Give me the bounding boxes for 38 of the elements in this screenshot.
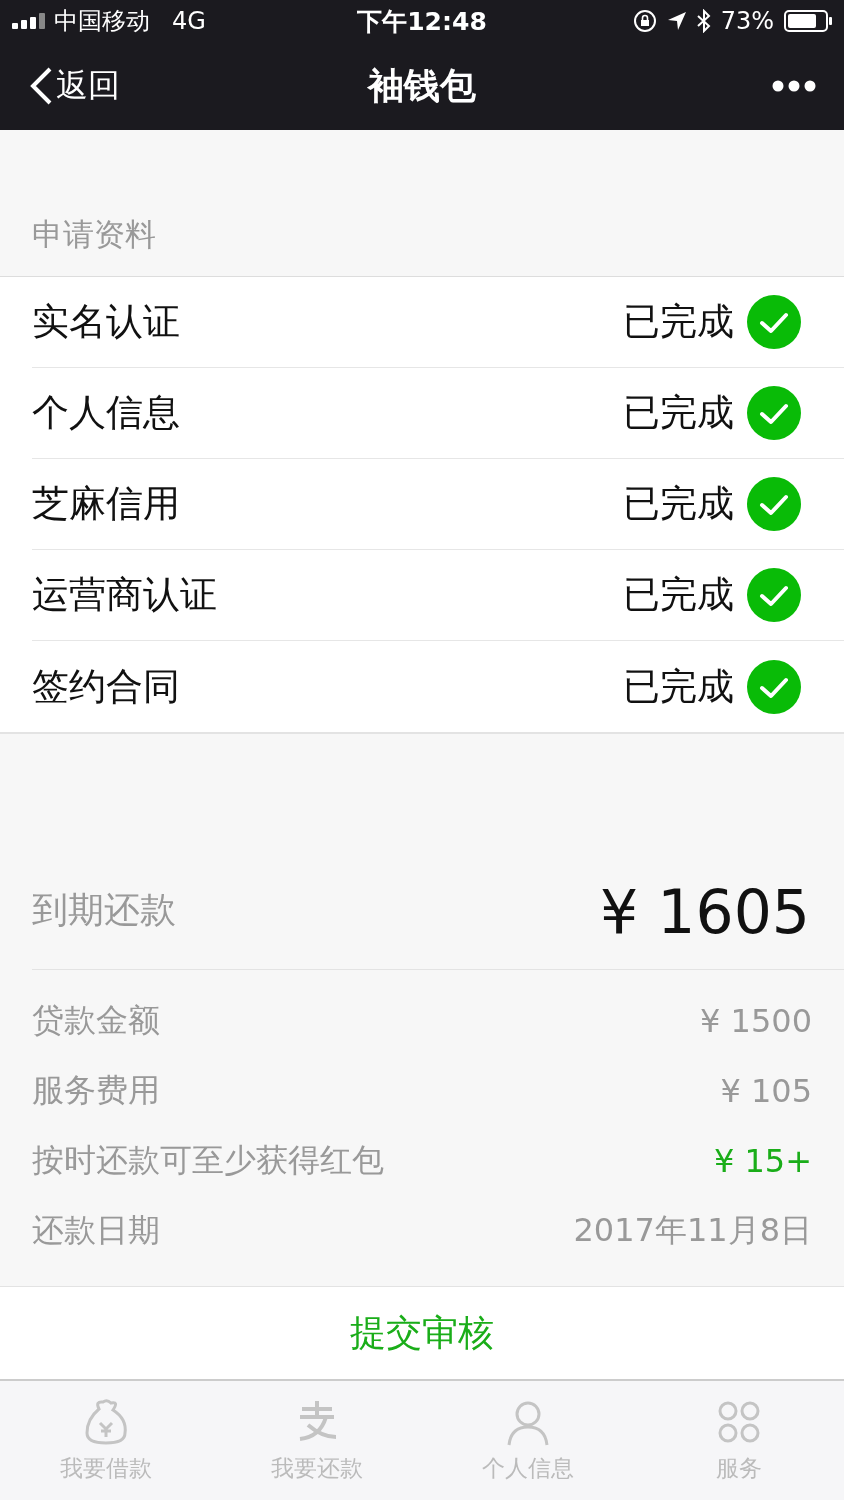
back-button[interactable]: 返回	[28, 64, 368, 108]
battery-icon	[784, 10, 832, 32]
bluetooth-icon	[696, 9, 711, 33]
status-time: 下午12:48	[357, 5, 487, 38]
signal-icon	[12, 13, 46, 29]
detail-value: 2017年11月8日	[573, 1210, 812, 1251]
tab-item[interactable]: 个人信息	[422, 1381, 633, 1500]
item-status: 已完成	[623, 299, 734, 345]
detail-label: 贷款金额	[32, 1000, 160, 1041]
detail-value: ¥ 105	[720, 1072, 812, 1110]
due-label: 到期还款	[32, 888, 177, 932]
item-label: 个人信息	[32, 390, 181, 436]
item-label: 芝麻信用	[32, 481, 181, 527]
detail-value: ¥ 15+	[713, 1142, 812, 1180]
item-status: 已完成	[623, 481, 734, 527]
more-icon	[772, 80, 816, 92]
tab-item[interactable]: 我要借款	[0, 1381, 211, 1500]
battery-percent: 73%	[720, 7, 774, 35]
detail-value: ¥ 1500	[700, 1002, 812, 1040]
page-title: 袖钱包	[368, 63, 476, 108]
due-amount: ¥ 1605	[600, 877, 810, 947]
detail-label: 按时还款可至少获得红包	[32, 1140, 384, 1181]
rotation-lock-icon	[632, 9, 657, 33]
tab-item[interactable]: 我要还款	[211, 1381, 422, 1500]
chevron-left-icon	[28, 66, 54, 106]
network-text: 4G	[172, 7, 206, 35]
tab-item[interactable]: 服务	[633, 1381, 844, 1500]
item-status: 已完成	[623, 572, 734, 618]
item-label: 运营商认证	[32, 572, 218, 618]
detail-label: 服务费用	[32, 1070, 160, 1111]
item-status: 已完成	[623, 390, 734, 436]
carrier-text: 中国移动	[54, 6, 150, 37]
section-title: 申请资料	[32, 215, 156, 254]
item-status: 已完成	[623, 663, 734, 710]
detail-label: 还款日期	[32, 1210, 160, 1251]
location-icon	[666, 11, 687, 31]
item-label: 实名认证	[32, 299, 181, 345]
item-label: 签约合同	[32, 663, 181, 710]
